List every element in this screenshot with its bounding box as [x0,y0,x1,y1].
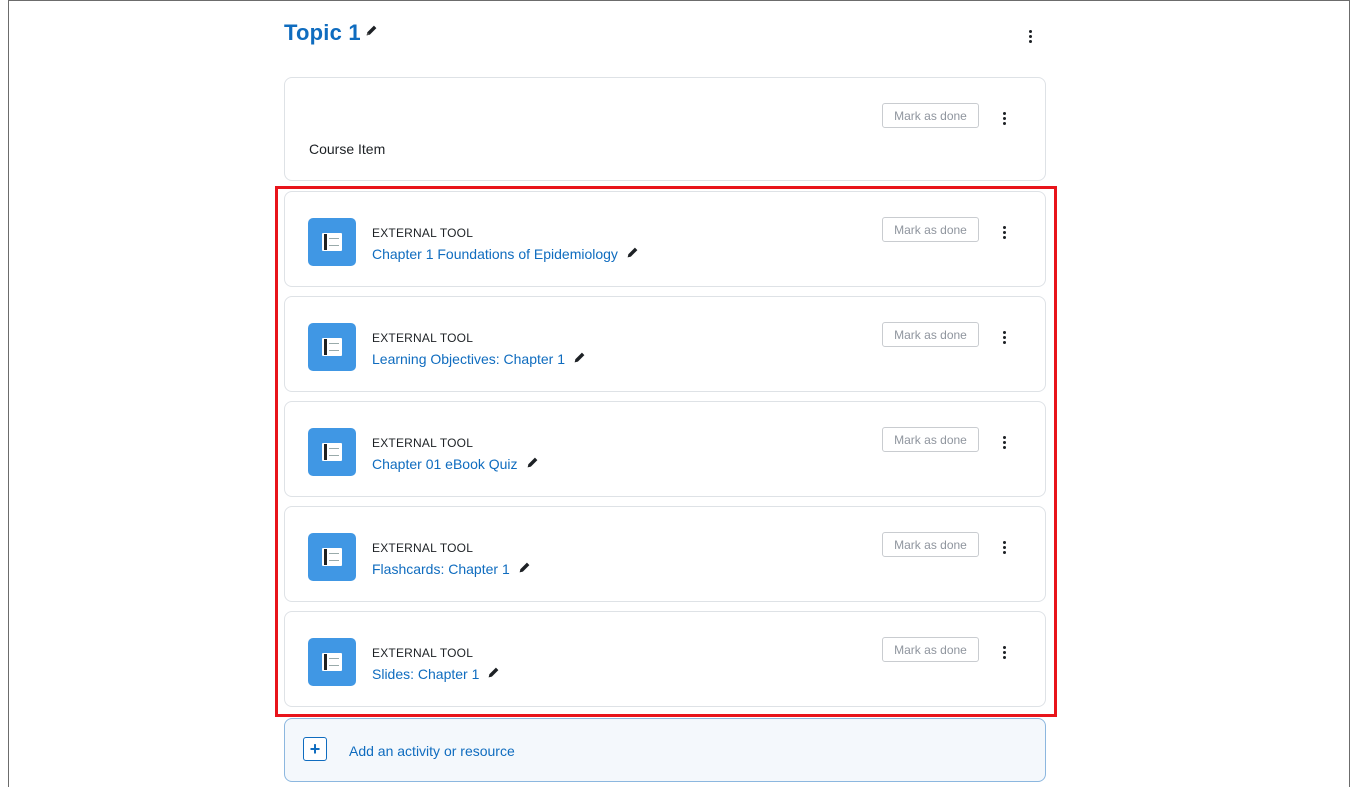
kebab-menu-icon[interactable] [1025,28,1035,44]
mark-as-done-button[interactable]: Mark as done [882,532,979,557]
pencil-icon[interactable] [365,24,378,42]
pencil-icon[interactable] [573,351,586,367]
activity-name[interactable]: Learning Objectives: Chapter 1 [372,351,565,367]
activity-type-label: EXTERNAL TOOL [372,226,474,240]
kebab-menu-icon[interactable] [999,329,1009,345]
kebab-menu-icon[interactable] [999,644,1009,660]
activity-link[interactable]: Chapter 01 eBook Quiz [372,456,539,472]
activity-link[interactable]: Slides: Chapter 1 [372,666,500,682]
activity-name[interactable]: Slides: Chapter 1 [372,666,479,682]
activity-name[interactable]: Chapter 01 eBook Quiz [372,456,518,472]
pencil-icon[interactable] [518,561,531,577]
kebab-menu-icon[interactable] [999,539,1009,555]
section-actions-menu[interactable] [1025,28,1035,44]
external-tool-icon [308,218,356,266]
section-header: Topic 1 [284,20,378,46]
activity-name[interactable]: Chapter 1 Foundations of Epidemiology [372,246,618,262]
mark-as-done-button[interactable]: Mark as done [882,322,979,347]
course-item-card: Mark as done Course Item [284,77,1046,181]
activity-link[interactable]: Chapter 1 Foundations of Epidemiology [372,246,639,262]
plus-icon[interactable]: + [303,737,327,761]
mark-as-done-button[interactable]: Mark as done [882,427,979,452]
activity-link[interactable]: Learning Objectives: Chapter 1 [372,351,586,367]
external-tool-icon [308,428,356,476]
activity-type-label: EXTERNAL TOOL [372,331,474,345]
pencil-icon[interactable] [626,246,639,262]
activity-type-label: EXTERNAL TOOL [372,541,474,555]
activity-card: EXTERNAL TOOL Chapter 01 eBook Quiz Mark… [284,401,1046,497]
external-tool-icon [308,533,356,581]
activity-type-label: EXTERNAL TOOL [372,436,474,450]
mark-as-done-button[interactable]: Mark as done [882,217,979,242]
activity-card: EXTERNAL TOOL Slides: Chapter 1 Mark as … [284,611,1046,707]
activity-card: EXTERNAL TOOL Learning Objectives: Chapt… [284,296,1046,392]
pencil-icon[interactable] [487,666,500,682]
course-item-label: Course Item [309,141,386,157]
kebab-menu-icon[interactable] [999,110,1009,126]
activity-card: EXTERNAL TOOL Chapter 1 Foundations of E… [284,191,1046,287]
add-activity-label[interactable]: Add an activity or resource [349,743,515,759]
mark-as-done-button[interactable]: Mark as done [882,103,979,128]
activity-card: EXTERNAL TOOL Flashcards: Chapter 1 Mark… [284,506,1046,602]
external-tool-icon [308,323,356,371]
add-activity-button[interactable]: + Add an activity or resource [284,718,1046,782]
pencil-icon[interactable] [526,456,539,472]
kebab-menu-icon[interactable] [999,434,1009,450]
activity-type-label: EXTERNAL TOOL [372,646,474,660]
external-tool-icon [308,638,356,686]
section-title[interactable]: Topic 1 [284,20,361,46]
kebab-menu-icon[interactable] [999,224,1009,240]
activity-link[interactable]: Flashcards: Chapter 1 [372,561,531,577]
mark-as-done-button[interactable]: Mark as done [882,637,979,662]
activity-name[interactable]: Flashcards: Chapter 1 [372,561,510,577]
